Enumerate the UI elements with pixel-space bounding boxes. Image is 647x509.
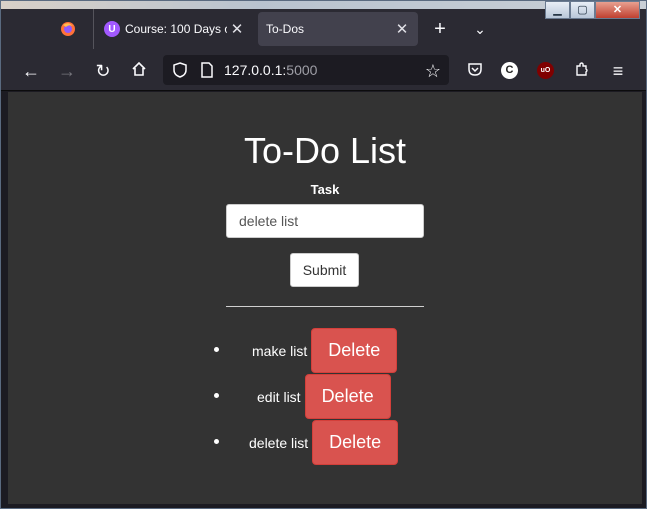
pocket-shape — [468, 63, 482, 76]
list-bullet — [214, 439, 219, 444]
home-shape — [132, 61, 146, 76]
maximize-button[interactable]: ▢ — [570, 1, 595, 19]
home-icon[interactable] — [127, 59, 151, 83]
url-host: 127.0.0.1: — [224, 62, 287, 78]
list-item: delete list Delete — [249, 420, 399, 465]
delete-button[interactable]: Delete — [311, 328, 398, 373]
menu-hamburger-icon[interactable]: ≡ — [606, 59, 630, 83]
delete-button[interactable]: Delete — [304, 374, 391, 419]
tab-course-title: Course: 100 Days of — [125, 22, 227, 36]
window-controls: ▁ ▢ ✕ — [545, 1, 640, 19]
tab-todos[interactable]: To-Dos ✕ — [258, 12, 418, 46]
todo-label: make list — [252, 342, 308, 359]
close-icon[interactable]: ✕ — [392, 20, 412, 38]
list-item: make list Delete — [252, 328, 398, 373]
url-text[interactable]: 127.0.0.1:5000 — [224, 62, 317, 78]
submit-button[interactable]: Submit — [290, 253, 359, 287]
new-tab-button[interactable]: + — [428, 17, 452, 41]
url-bar[interactable]: 127.0.0.1:5000 — [163, 55, 449, 85]
puzzle-shape — [576, 62, 588, 76]
window-close-button[interactable]: ✕ — [595, 1, 640, 19]
list-bullet — [214, 347, 219, 352]
todo-label: edit list — [257, 388, 301, 405]
browser-window: U Course: 100 Days of ✕ To-Dos ✕ + ⌄ ▁ ▢… — [0, 0, 647, 509]
udemy-icon: U — [104, 21, 120, 37]
page-content: To-Do List Task Submit make list Delete … — [8, 92, 642, 504]
extension-c-icon[interactable]: C — [501, 62, 518, 79]
bookmark-star-icon[interactable]: ☆ — [421, 59, 445, 83]
tab-course[interactable]: U Course: 100 Days of ✕ — [93, 9, 253, 49]
back-arrow-icon[interactable]: ← — [19, 59, 43, 83]
list-bullet — [214, 393, 219, 398]
tab-strip: U Course: 100 Days of ✕ To-Dos ✕ + ⌄ ▁ ▢… — [1, 1, 646, 50]
navigation-toolbar: ← → ↻ 127.0.0.1:5000 ☆ C uO ≡ — [1, 50, 646, 91]
page-title: To-Do List — [243, 130, 407, 171]
url-port: 5000 — [286, 62, 318, 78]
todo-label: delete list — [249, 434, 309, 451]
chevron-down-icon[interactable]: ⌄ — [468, 17, 492, 41]
task-input[interactable] — [226, 204, 424, 238]
reload-icon[interactable]: ↻ — [91, 59, 115, 83]
firefox-icon — [61, 22, 75, 36]
divider — [226, 306, 424, 307]
page-icon — [201, 62, 213, 78]
ublock-origin-icon[interactable]: uO — [537, 62, 554, 79]
tab-firefox-home[interactable] — [49, 9, 87, 49]
task-label: Task — [310, 182, 340, 197]
list-item: edit list Delete — [257, 374, 391, 419]
extensions-puzzle-icon[interactable] — [570, 59, 594, 83]
close-icon[interactable]: ✕ — [227, 20, 247, 38]
pocket-icon[interactable] — [463, 59, 487, 83]
minimize-button[interactable]: ▁ — [545, 1, 570, 19]
delete-button[interactable]: Delete — [312, 420, 399, 465]
shield-icon[interactable] — [172, 62, 188, 78]
tab-todos-title: To-Dos — [266, 22, 305, 36]
forward-arrow-icon[interactable]: → — [55, 59, 79, 83]
